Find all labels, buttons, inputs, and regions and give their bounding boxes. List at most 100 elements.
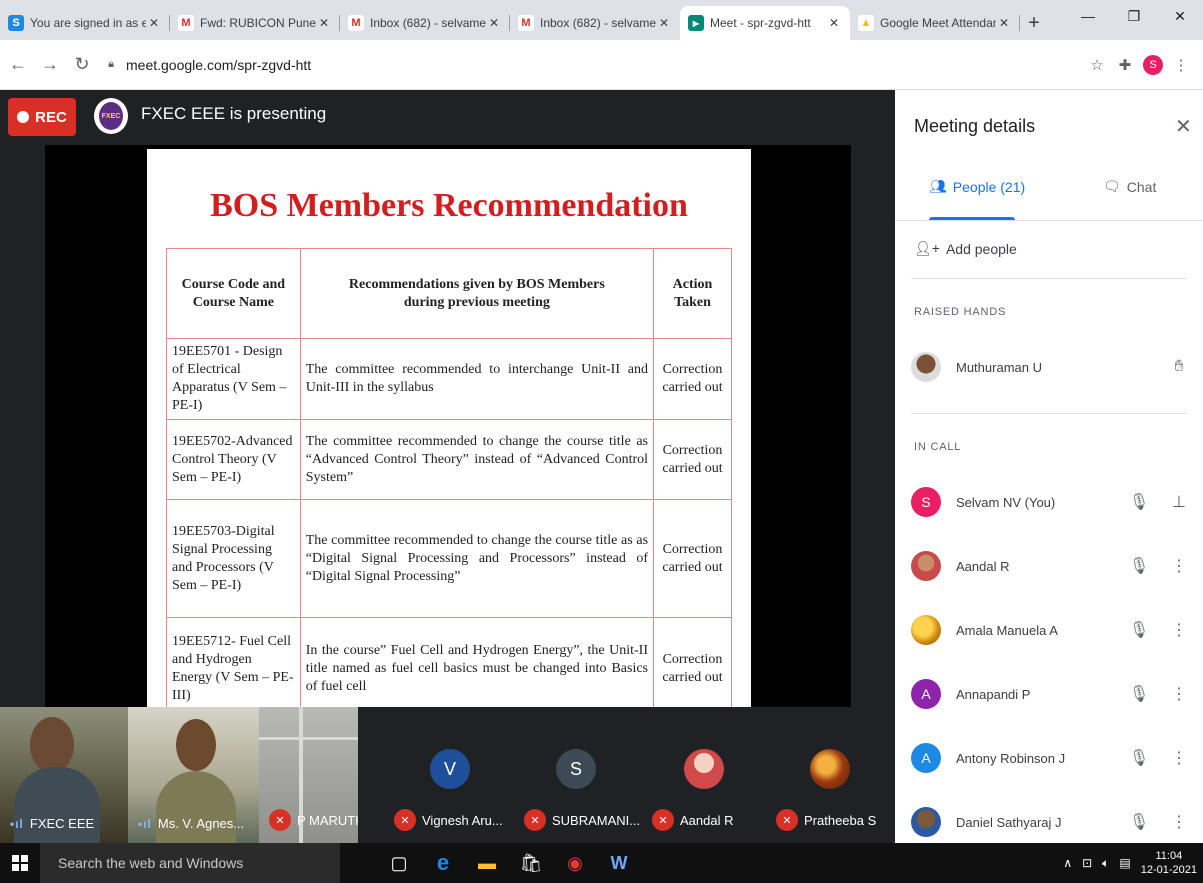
volume-icon[interactable]: 🔈︎ bbox=[1102, 856, 1109, 871]
tab-favicon-icon: S bbox=[8, 15, 24, 31]
avatar: A bbox=[911, 743, 941, 773]
reload-icon[interactable]: ↻ bbox=[68, 51, 96, 79]
gmail-icon: M bbox=[518, 15, 534, 31]
taskbar-search-field[interactable]: Search the web and Windows bbox=[40, 843, 340, 883]
participant-tile[interactable]: ✕ Aandal R bbox=[642, 707, 766, 843]
participant-row[interactable]: Daniel Sathyaraj J 🎙︎ ⋮ bbox=[911, 802, 1193, 842]
mic-off-icon[interactable]: 🎙︎ bbox=[1125, 616, 1153, 644]
tab-close-icon[interactable]: ✕ bbox=[826, 16, 842, 30]
add-people-button[interactable]: 👤︎+ Add people bbox=[914, 240, 1017, 257]
presenter-avatar: FXEC bbox=[94, 98, 128, 134]
gmail-icon: M bbox=[178, 15, 194, 31]
recommendation-cell: The committee recommended to change the … bbox=[299, 499, 655, 618]
network-icon[interactable]: ⊡ bbox=[1082, 856, 1092, 870]
recommendation-cell: The committee recommended to change the … bbox=[299, 419, 655, 500]
browser-tab[interactable]: M Inbox (682) - selvamee ✕ bbox=[510, 6, 680, 40]
word-icon[interactable]: W bbox=[604, 848, 634, 878]
extensions-icon[interactable]: ✚ bbox=[1111, 51, 1139, 79]
store-icon[interactable]: 🛍︎ bbox=[516, 848, 546, 878]
rec-label: REC bbox=[35, 108, 67, 126]
participant-row[interactable]: Amala Manuela A 🎙︎ ⋮ bbox=[911, 610, 1193, 650]
avatar bbox=[911, 807, 941, 837]
table-row: 19EE5712- Fuel Cell and Hydrogen Energy … bbox=[166, 617, 732, 715]
edge-icon[interactable]: e bbox=[428, 848, 458, 878]
browser-tab[interactable]: M Inbox (682) - selvamee ✕ bbox=[340, 6, 510, 40]
restore-icon[interactable]: ❐ bbox=[1111, 0, 1157, 32]
participant-tile[interactable]: ✕ Pratheeba S bbox=[766, 707, 895, 843]
add-person-icon: 👤︎+ bbox=[914, 240, 940, 256]
mic-off-icon[interactable]: 🎙︎ bbox=[1125, 744, 1153, 772]
participant-tile[interactable]: V ✕ Vignesh Aru... bbox=[384, 707, 514, 843]
tile-name: ✕ SUBRAMANI... bbox=[524, 809, 640, 831]
more-icon[interactable]: ⋮ bbox=[1165, 616, 1193, 644]
participant-row[interactable]: Aandal R 🎙︎ ⋮ bbox=[911, 546, 1193, 586]
presentation-slide: BOS Members Recommendation Course Code a… bbox=[147, 149, 751, 715]
tab-people[interactable]: 👥︎ People (21) bbox=[929, 178, 1025, 195]
chrome-icon[interactable]: ◉ bbox=[560, 848, 590, 878]
clock-date: 12-01-2021 bbox=[1140, 864, 1197, 876]
minimize-icon[interactable]: — bbox=[1065, 0, 1111, 32]
participant-row[interactable]: A Annapandi P 🎙︎ ⋮ bbox=[911, 674, 1193, 714]
recording-badge: REC bbox=[8, 98, 76, 136]
meet-stage: REC FXEC FXEC EEE is presenting BOS Memb… bbox=[0, 90, 895, 843]
meeting-details-panel: Meeting details ✕ 👥︎ People (21) 🗨︎ Chat… bbox=[895, 90, 1203, 843]
more-icon[interactable]: ⋮ bbox=[1165, 552, 1193, 580]
mic-off-icon[interactable]: 🎙︎ bbox=[1125, 808, 1153, 836]
tab-close-icon[interactable]: ✕ bbox=[316, 16, 332, 30]
participant-tile[interactable]: S ✕ SUBRAMANI... bbox=[514, 707, 642, 843]
recommendation-cell: In the course” Fuel Cell and Hydrogen En… bbox=[299, 617, 655, 715]
browser-tab[interactable]: M Fwd: RUBICON Pune RE ✕ bbox=[170, 6, 340, 40]
show-hidden-icons-icon[interactable]: ∧ bbox=[1063, 856, 1072, 870]
windows-start-icon[interactable] bbox=[0, 843, 40, 883]
action-cell: Correction carried out bbox=[653, 338, 732, 420]
back-icon[interactable]: ← bbox=[4, 51, 32, 79]
avatar: S bbox=[911, 487, 941, 517]
course-cell: 19EE5703-Digital Signal Processing and P… bbox=[166, 499, 301, 618]
tile-name-label: P MARUTHU... bbox=[297, 812, 358, 828]
course-cell: 19EE5712- Fuel Cell and Hydrogen Energy … bbox=[166, 617, 301, 715]
task-view-icon[interactable]: ▢ bbox=[384, 848, 414, 878]
pin-icon[interactable]: ⊥ bbox=[1165, 488, 1193, 516]
participant-row[interactable]: Muthuraman U ✋︎ bbox=[911, 347, 1193, 387]
tab-close-icon[interactable]: ✕ bbox=[486, 16, 502, 30]
more-icon[interactable]: ⋮ bbox=[1165, 744, 1193, 772]
tab-title: Google Meet Attendanc bbox=[880, 16, 996, 30]
toolbar-right: ☆ ✚ S ⋮ bbox=[1083, 51, 1195, 79]
bookmark-star-icon[interactable]: ☆ bbox=[1083, 51, 1111, 79]
tile-name-label: SUBRAMANI... bbox=[552, 812, 641, 828]
more-icon[interactable]: ⋮ bbox=[1165, 808, 1193, 836]
participant-tile[interactable]: •ıl FXEC EEE bbox=[0, 707, 128, 843]
browser-menu-icon[interactable]: ⋮ bbox=[1167, 51, 1195, 79]
mic-off-icon[interactable]: 🎙︎ bbox=[1125, 488, 1153, 516]
taskbar-apps: ▢ e ▬ 🛍︎ ◉ W bbox=[384, 848, 634, 878]
recommendation-cell: The committee recommended to interchange… bbox=[299, 338, 655, 420]
windows-taskbar: Search the web and Windows ▢ e ▬ 🛍︎ ◉ W … bbox=[0, 843, 1203, 883]
taskbar-clock[interactable]: 11:04 12-01-2021 bbox=[1141, 849, 1197, 877]
raised-hand-icon[interactable]: ✋︎ bbox=[1165, 353, 1193, 381]
notifications-icon[interactable]: ▤ bbox=[1119, 856, 1130, 870]
browser-tab-active[interactable]: ▶ Meet - spr-zgvd-htt ✕ bbox=[680, 6, 850, 40]
browser-tab[interactable]: S You are signed in as ee ✕ bbox=[0, 6, 170, 40]
more-icon[interactable]: ⋮ bbox=[1165, 680, 1193, 708]
browser-tab[interactable]: ▲ Google Meet Attendanc ✕ bbox=[850, 6, 1020, 40]
close-icon[interactable]: ✕ bbox=[1175, 114, 1192, 139]
new-tab-button[interactable]: + bbox=[1020, 6, 1048, 40]
lock-icon[interactable]: 🔒︎ bbox=[104, 58, 118, 72]
participant-row[interactable]: A Antony Robinson J 🎙︎ ⋮ bbox=[911, 738, 1193, 778]
tab-chat[interactable]: 🗨︎ Chat bbox=[1103, 178, 1156, 195]
mic-off-icon[interactable]: 🎙︎ bbox=[1125, 552, 1153, 580]
file-explorer-icon[interactable]: ▬ bbox=[472, 848, 502, 878]
close-window-icon[interactable]: ✕ bbox=[1157, 0, 1203, 32]
forward-icon[interactable]: → bbox=[36, 51, 64, 79]
participant-row[interactable]: S Selvam NV (You) 🎙︎ ⊥ bbox=[911, 482, 1193, 522]
participant-tile[interactable]: •ıl Ms. V. Agnes... bbox=[128, 707, 259, 843]
tab-close-icon[interactable]: ✕ bbox=[146, 16, 162, 30]
mic-off-icon[interactable]: 🎙︎ bbox=[1125, 680, 1153, 708]
tab-close-icon[interactable]: ✕ bbox=[656, 16, 672, 30]
participant-tile[interactable]: ✕ P MARUTHU... bbox=[259, 707, 358, 843]
tab-close-icon[interactable]: ✕ bbox=[996, 16, 1012, 30]
participant-photo bbox=[810, 749, 850, 789]
profile-avatar[interactable]: S bbox=[1143, 54, 1163, 75]
header-recommendation: Recommendations given by BOS Members dur… bbox=[299, 248, 655, 339]
url-field[interactable]: 🔒︎ meet.google.com/spr-zgvd-htt bbox=[104, 50, 1083, 80]
